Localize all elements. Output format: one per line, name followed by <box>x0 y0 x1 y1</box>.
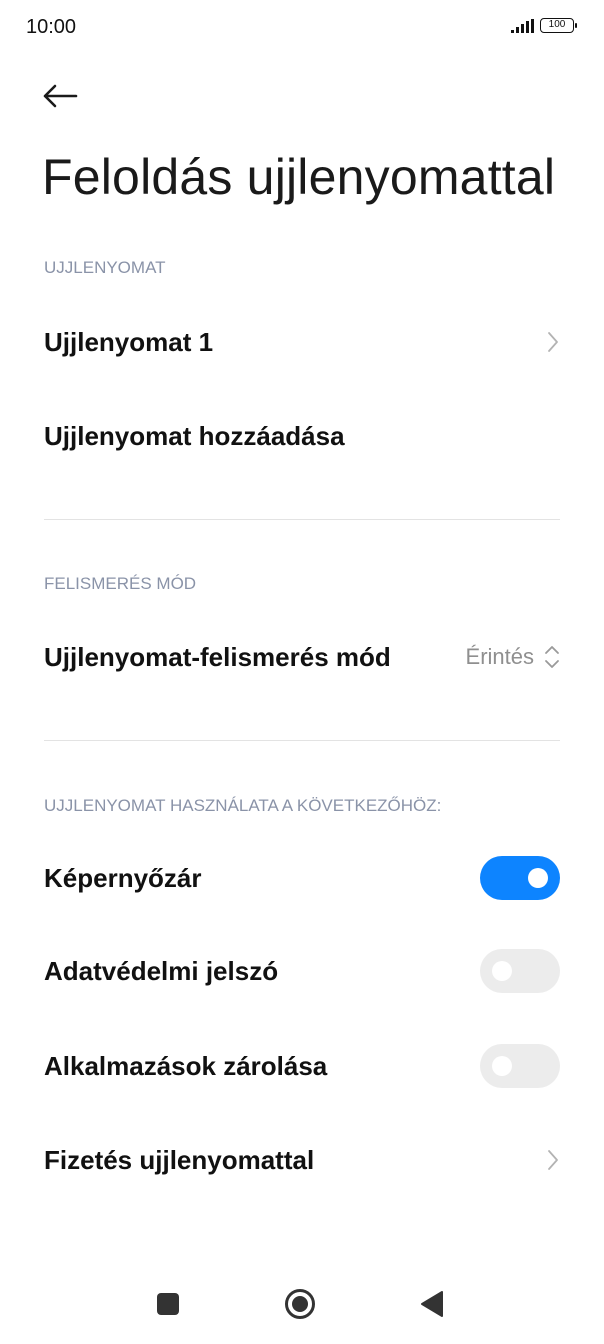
privacy-password-label: Adatvédelmi jelszó <box>44 955 279 986</box>
section-header-fingerprint: UJJLENYOMAT <box>44 258 166 277</box>
chevron-right-icon <box>546 330 560 354</box>
section-header-usage: UJJLENYOMAT HASZNÁLATA A KÖVETKEZŐHÖZ: <box>44 796 442 815</box>
add-fingerprint-item[interactable]: Ujjlenyomat hozzáadása <box>0 396 604 476</box>
recents-square-icon <box>157 1293 179 1315</box>
recognition-mode-selector[interactable]: Érintés <box>466 644 560 670</box>
signal-icon <box>511 18 534 33</box>
divider <box>44 519 560 520</box>
home-circle-icon <box>285 1289 315 1319</box>
status-bar: 10:00 100 <box>0 0 604 60</box>
app-lock-item[interactable]: Alkalmazások zárolása <box>0 1026 604 1106</box>
section-header-recognition: FELISMERÉS MÓD <box>44 574 197 593</box>
recognition-mode-item[interactable]: Ujjlenyomat-felismerés mód Érintés <box>0 617 604 697</box>
toggle-knob <box>528 868 548 888</box>
status-time: 10:00 <box>26 16 77 38</box>
app-lock-toggle[interactable] <box>480 1044 560 1088</box>
app-lock-label: Alkalmazások zárolása <box>44 1050 328 1081</box>
chevron-right-icon <box>546 1148 560 1172</box>
toggle-knob <box>492 961 512 981</box>
privacy-password-item[interactable]: Adatvédelmi jelszó <box>0 931 604 1011</box>
fingerprint-1-item[interactable]: Ujjlenyomat 1 <box>0 302 604 382</box>
recognition-mode-value: Érintés <box>465 644 534 669</box>
battery-icon: 100 <box>540 18 577 33</box>
back-button[interactable] <box>34 72 86 120</box>
screen-lock-label: Képernyőzár <box>44 862 202 893</box>
fingerprint-payment-item[interactable]: Fizetés ujjlenyomattal <box>0 1120 604 1200</box>
recognition-mode-label: Ujjlenyomat-felismerés mód <box>44 641 391 672</box>
add-fingerprint-label: Ujjlenyomat hozzáadása <box>44 420 345 451</box>
divider <box>44 740 560 741</box>
status-icons: 100 <box>511 18 577 33</box>
home-button[interactable] <box>280 1284 320 1324</box>
privacy-password-toggle[interactable] <box>480 949 560 993</box>
back-triangle-icon <box>421 1291 443 1317</box>
back-nav-button[interactable] <box>412 1284 452 1324</box>
fingerprint-1-label: Ujjlenyomat 1 <box>44 326 214 357</box>
page-title: Feloldás ujjlenyomattal <box>42 149 556 205</box>
arrow-left-icon <box>43 84 78 108</box>
toggle-knob <box>492 1056 512 1076</box>
screen-lock-item[interactable]: Képernyőzár <box>0 838 604 918</box>
screen-lock-toggle[interactable] <box>480 856 560 900</box>
fingerprint-payment-label: Fizetés ujjlenyomattal <box>44 1144 315 1175</box>
recents-button[interactable] <box>148 1284 188 1324</box>
chevron-up-down-icon <box>545 646 559 668</box>
navigation-bar <box>0 1270 604 1344</box>
